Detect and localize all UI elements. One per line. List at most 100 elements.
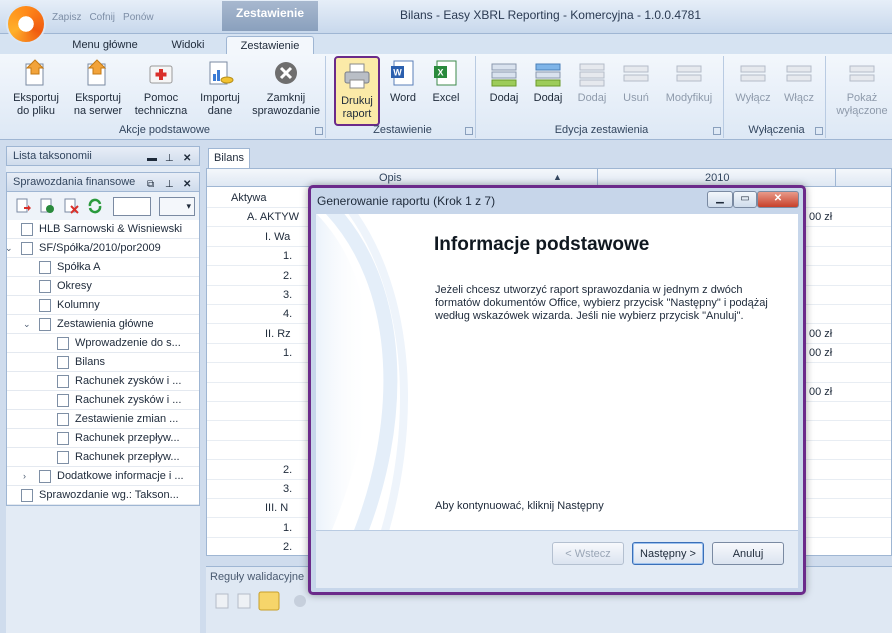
row-label: II. Rz — [265, 327, 291, 340]
tree-item[interactable]: ⌄ Zestawienia główne — [7, 315, 199, 334]
add-report-icon[interactable] — [39, 198, 55, 214]
minimize-icon[interactable]: ▬ — [147, 149, 157, 168]
tab-widoki[interactable]: Widoki — [160, 36, 216, 54]
tree-node-icon — [21, 242, 33, 255]
remove-button[interactable]: Usuń — [616, 58, 656, 105]
ribbon-tab-strip: Menu główne Widoki Zestawienie — [0, 34, 892, 54]
row-label: 1. — [283, 521, 293, 534]
column-opis[interactable]: Opis — [379, 172, 402, 184]
add-position-icon — [491, 63, 517, 87]
collapse-icon[interactable]: ⌄ — [7, 239, 15, 257]
reports-panel-header: Sprawozdania finansowe ⧉ ⊥ ✕ — [6, 172, 200, 192]
tree-item[interactable]: ⌄ SF/Spółka/2010/por2009 — [7, 239, 199, 258]
close-icon[interactable]: ✕ — [183, 149, 191, 168]
add-position-button[interactable]: Dodaj — [484, 58, 524, 105]
tree-item[interactable]: › Dodatkowe informacje i ... — [7, 467, 199, 486]
add-group-button[interactable]: Dodaj — [528, 58, 568, 105]
add-disabled-icon — [579, 63, 605, 87]
svg-text:X: X — [437, 68, 443, 78]
dialog-launcher-icon[interactable] — [315, 127, 323, 135]
dialog-body: Informacje podstawowe Jeżeli chcesz utwo… — [316, 214, 798, 530]
tree-item[interactable]: Rachunek przepływ... — [7, 448, 199, 467]
modify-icon — [676, 65, 702, 82]
close-icon[interactable]: ✕ — [757, 191, 799, 208]
view-mode-dropdown[interactable]: ▾ — [159, 197, 195, 216]
column-2010[interactable]: 2010 — [705, 172, 729, 184]
tree-item[interactable]: Spółka A — [7, 258, 199, 277]
reports-toolbar: ▾ — [6, 192, 200, 220]
tree-item[interactable]: Rachunek zysków i ... — [7, 391, 199, 410]
word-export-button[interactable]: W Word — [384, 58, 422, 105]
row-value: 00 zł — [809, 386, 833, 398]
enable-button[interactable]: Włącz — [778, 58, 820, 105]
validation-panel-title: Reguły walidacyjne — [210, 571, 305, 583]
quick-access-toolbar: Zapisz Cofnij Ponów — [52, 8, 154, 26]
modify-button[interactable]: Modyfikuj — [660, 58, 718, 105]
validation-doc-icon[interactable] — [236, 593, 252, 609]
disable-button[interactable]: Wyłącz — [732, 58, 774, 105]
tree-item[interactable]: Rachunek przepływ... — [7, 429, 199, 448]
validation-active-icon[interactable] — [258, 591, 280, 611]
remove-icon — [623, 65, 649, 82]
qat-undo-button[interactable]: Cofnij — [89, 12, 115, 23]
refresh-icon[interactable] — [87, 198, 103, 214]
tree-item[interactable]: Rachunek zysków i ... — [7, 372, 199, 391]
tree-item[interactable]: Zestawienie zmian ... — [7, 410, 199, 429]
export-file-button[interactable]: Eksportuj do pliku — [8, 58, 64, 118]
report-filter-input[interactable] — [113, 197, 151, 216]
new-report-icon[interactable] — [15, 198, 31, 214]
show-disabled-button[interactable]: Pokaż wyłączone — [834, 58, 890, 118]
tree-item-label: Sprawozdanie wg.: Takson... — [39, 489, 179, 501]
tree-item[interactable]: Okresy — [7, 277, 199, 296]
dialog-launcher-icon[interactable] — [815, 127, 823, 135]
qat-redo-button[interactable]: Ponów — [123, 12, 154, 23]
dialog-launcher-icon[interactable] — [713, 127, 721, 135]
tab-bilans[interactable]: Bilans — [208, 148, 250, 168]
tree-node-icon — [21, 489, 33, 502]
tree-item[interactable]: Bilans — [7, 353, 199, 372]
row-label: 1. — [283, 347, 293, 360]
word-icon: W — [391, 60, 414, 86]
group-label-wylaczenia: Wyłączenia — [748, 124, 805, 136]
tree-item-label: Dodatkowe informacje i ... — [57, 470, 184, 482]
add-disabled-button[interactable]: Dodaj — [572, 58, 612, 105]
close-report-button[interactable]: Zamknij sprawozdanie — [250, 58, 322, 118]
export-server-button[interactable]: Eksportuj na serwer — [68, 58, 128, 118]
row-label: 3. — [283, 289, 293, 301]
tree-node-icon — [57, 413, 69, 426]
tab-menu-glowne[interactable]: Menu główne — [62, 36, 148, 54]
group-akcje-podstawowe: Eksportuj do pliku Eksportuj na serwer P… — [4, 56, 326, 138]
tab-zestawienie[interactable]: Zestawienie — [226, 36, 314, 54]
tree-item[interactable]: HLB Sarnowski & Wisniewski — [7, 220, 199, 239]
pin-icon[interactable]: ⊥ — [165, 149, 174, 168]
next-button[interactable]: Następny > — [632, 542, 704, 565]
cancel-button[interactable]: Anuluj — [712, 542, 784, 565]
back-button[interactable]: < Wstecz — [552, 542, 624, 565]
tree-item[interactable]: Sprawozdanie wg.: Takson... — [7, 486, 199, 505]
delete-report-icon[interactable] — [63, 198, 79, 214]
tree-item-label: Zestawienia główne — [57, 318, 154, 330]
tree-item[interactable]: Wprowadzenie do s... — [7, 334, 199, 353]
dialog-launcher-icon[interactable] — [465, 127, 473, 135]
support-button[interactable]: Pomoc techniczna — [132, 58, 190, 118]
minimize-icon[interactable]: ▁ — [707, 191, 733, 208]
excel-export-button[interactable]: X Excel — [426, 58, 466, 105]
row-label: I. Wa — [265, 230, 291, 243]
tree-item[interactable]: Kolumny — [7, 296, 199, 315]
app-menu-orb-icon[interactable] — [6, 4, 46, 44]
validation-doc-icon[interactable] — [214, 593, 230, 609]
info-icon[interactable] — [292, 593, 308, 609]
row-label: 2. — [283, 541, 293, 554]
collapse-icon[interactable]: ⌄ — [23, 315, 33, 333]
dialog-continue-hint: Aby kontynuować, kliknij Następny — [435, 500, 604, 512]
tree-item-label: Rachunek przepływ... — [75, 432, 180, 444]
window-title: Bilans - Easy XBRL Reporting - Komercyjn… — [400, 8, 702, 22]
print-report-button[interactable]: Drukuj raport — [334, 56, 380, 126]
group-label-edycja: Edycja zestawienia — [554, 124, 649, 136]
expand-icon[interactable]: › — [23, 467, 33, 485]
tree-item-label: Kolumny — [57, 299, 100, 311]
row-label: 4. — [283, 308, 293, 321]
maximize-icon[interactable]: ▭ — [733, 191, 757, 208]
import-data-button[interactable]: Importuj dane — [194, 58, 246, 118]
qat-save-button[interactable]: Zapisz — [52, 12, 81, 23]
